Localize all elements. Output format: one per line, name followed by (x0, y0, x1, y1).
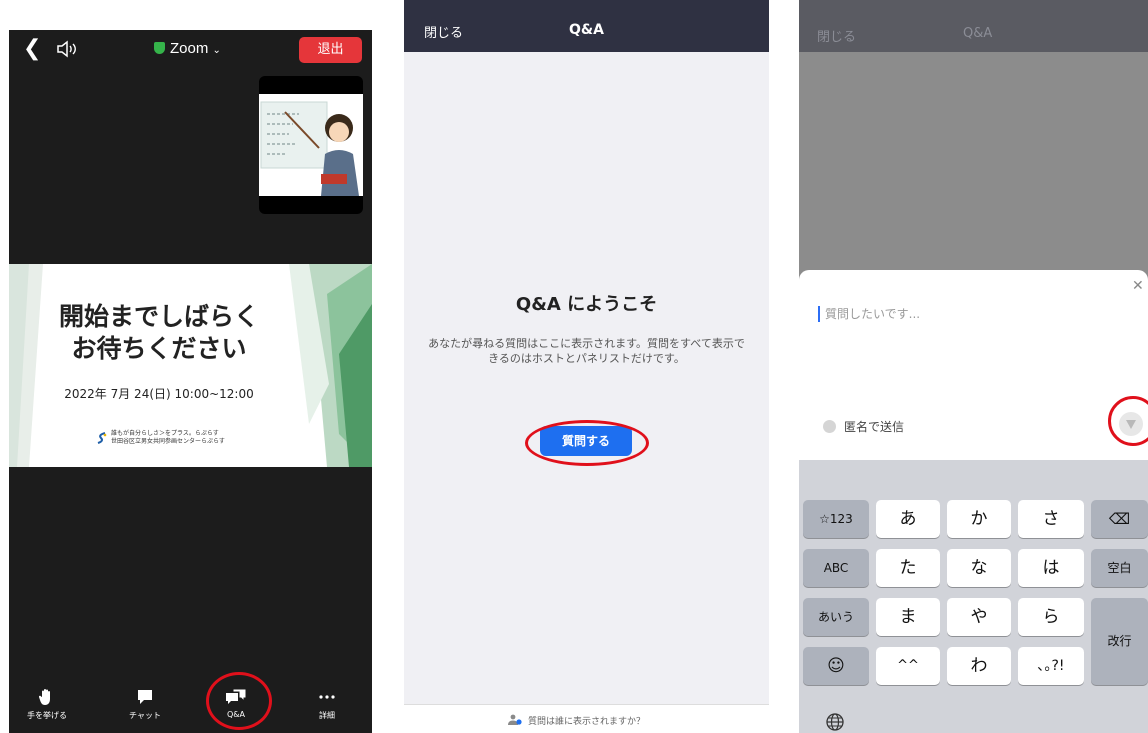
key-ma[interactable]: ま (876, 598, 940, 636)
shared-slide: 開始までしばらく お待ちください 2022年 7月 24(日) 10:00~12… (9, 264, 372, 467)
key-abc[interactable]: ABC (803, 549, 869, 587)
slide-title-line1: 開始までしばらく (58, 302, 259, 331)
key-ya[interactable]: や (947, 598, 1011, 636)
qa-description: あなたが尋ねる質問はここに表示されます。質問をすべて表示できるのはホストとパネリ… (428, 337, 745, 365)
slide-title-line2: お待ちください (71, 334, 247, 363)
question-compose-sheet: ✕ 質問したいです... 匿名で送信 (799, 270, 1148, 460)
more-icon (319, 695, 335, 699)
slide-organization: 誰もが自分らしさ＞をプラス。らぷらす 世田谷区立男女共同参画センターらぷらす (111, 430, 225, 446)
globe-icon[interactable] (825, 712, 845, 733)
leave-button[interactable]: 退出 (299, 37, 362, 63)
anonymous-toggle[interactable]: 匿名で送信 (823, 418, 904, 435)
more-button[interactable]: 詳細 (292, 688, 362, 721)
ask-button-highlight-circle (525, 420, 649, 466)
question-input[interactable]: 質問したいです... (825, 305, 920, 322)
slide-title: 開始までしばらく お待ちください (9, 301, 309, 365)
zoom-meeting-screen: ❮ Zoom ⌄ 退出 開始までしばらく お待ちください 2022年 7月 24… (0, 0, 374, 733)
visibility-people-icon (508, 714, 522, 725)
back-chevron-icon[interactable]: ❮ (23, 37, 41, 61)
key-dakuten[interactable]: ^^ (876, 647, 940, 685)
backspace-icon[interactable]: ⌫ (1091, 500, 1148, 538)
chat-icon (138, 690, 152, 704)
key-ta[interactable]: た (876, 549, 940, 587)
key-wa[interactable]: わ (947, 647, 1011, 685)
org-line1: 誰もが自分らしさ＞をプラス。らぷらす (111, 430, 219, 437)
qa-compose-screen: 閉じる Q&A ✕ 質問したいです... 匿名で送信 ☆123 ABC あいう … (799, 0, 1148, 733)
send-highlight-circle (1108, 396, 1148, 446)
meeting-title-label: Zoom (170, 40, 209, 57)
qa-welcome-heading: Q&A にようこそ (515, 294, 658, 315)
speaker-icon[interactable] (56, 40, 78, 62)
anonymous-label: 匿名で送信 (844, 420, 905, 434)
teacher-illustration (259, 94, 363, 196)
raise-hand-button[interactable]: 手を挙げる (12, 688, 82, 721)
qa-header: 閉じる Q&A (404, 0, 769, 52)
key-ka[interactable]: か (947, 500, 1011, 538)
emoji-icon[interactable]: ☺ (803, 647, 869, 685)
close-icon[interactable]: ✕ (1132, 278, 1144, 294)
chat-label: チャット (129, 711, 161, 720)
key-symbols[interactable]: ☆123 (803, 500, 869, 538)
key-punctuation[interactable]: ､｡?! (1018, 647, 1084, 685)
key-sa[interactable]: さ (1018, 500, 1084, 538)
raise-hand-label: 手を挙げる (27, 711, 67, 720)
dimmed-qa-header: 閉じる Q&A (799, 0, 1148, 52)
text-cursor (818, 306, 820, 322)
key-ha[interactable]: は (1018, 549, 1084, 587)
key-a[interactable]: あ (876, 500, 940, 538)
org-line2: 世田谷区立男女共同参画センターらぷらす (111, 438, 225, 445)
qa-welcome-screen: 閉じる Q&A Q&A にようこそ あなたが尋ねる質問はここに表示されます。質問… (404, 0, 769, 733)
qa-highlight-circle (206, 672, 272, 730)
slide-date: 2022年 7月 24(日) 10:00~12:00 (64, 387, 254, 401)
anonymous-check-icon (823, 420, 836, 433)
key-kana[interactable]: あいう (803, 598, 869, 636)
more-label: 詳細 (319, 711, 335, 720)
meeting-toolbar: 手を挙げる チャット Q&A 詳細 (9, 678, 372, 733)
encryption-shield-icon (154, 42, 165, 54)
chat-button[interactable]: チャット (110, 688, 180, 721)
key-ra[interactable]: ら (1018, 598, 1084, 636)
meeting-view: ❮ Zoom ⌄ 退出 開始までしばらく お待ちください 2022年 7月 24… (9, 30, 372, 733)
qa-title: Q&A (569, 22, 604, 38)
visibility-help-link: 質問は誰に表示されますか？ (528, 717, 646, 727)
key-enter[interactable]: 改行 (1091, 598, 1148, 685)
dimmed-close-label: 閉じる (817, 30, 857, 45)
meeting-topbar: ❮ Zoom ⌄ 退出 (9, 30, 372, 70)
presenter-video[interactable] (259, 76, 363, 214)
raise-hand-icon (39, 689, 50, 705)
japanese-keyboard: ☆123 ABC あいう ☺ あ か さ た な は ま や ら ^^ わ ､｡… (799, 460, 1148, 733)
qa-footer[interactable]: 質問は誰に表示されますか？ (404, 704, 769, 733)
center-logo-icon (97, 432, 107, 444)
key-space[interactable]: 空白 (1091, 549, 1148, 587)
key-na[interactable]: な (947, 549, 1011, 587)
dimmed-qa-title: Q&A (963, 26, 993, 41)
meeting-title[interactable]: Zoom ⌄ (154, 40, 221, 57)
chevron-down-icon: ⌄ (212, 45, 221, 56)
